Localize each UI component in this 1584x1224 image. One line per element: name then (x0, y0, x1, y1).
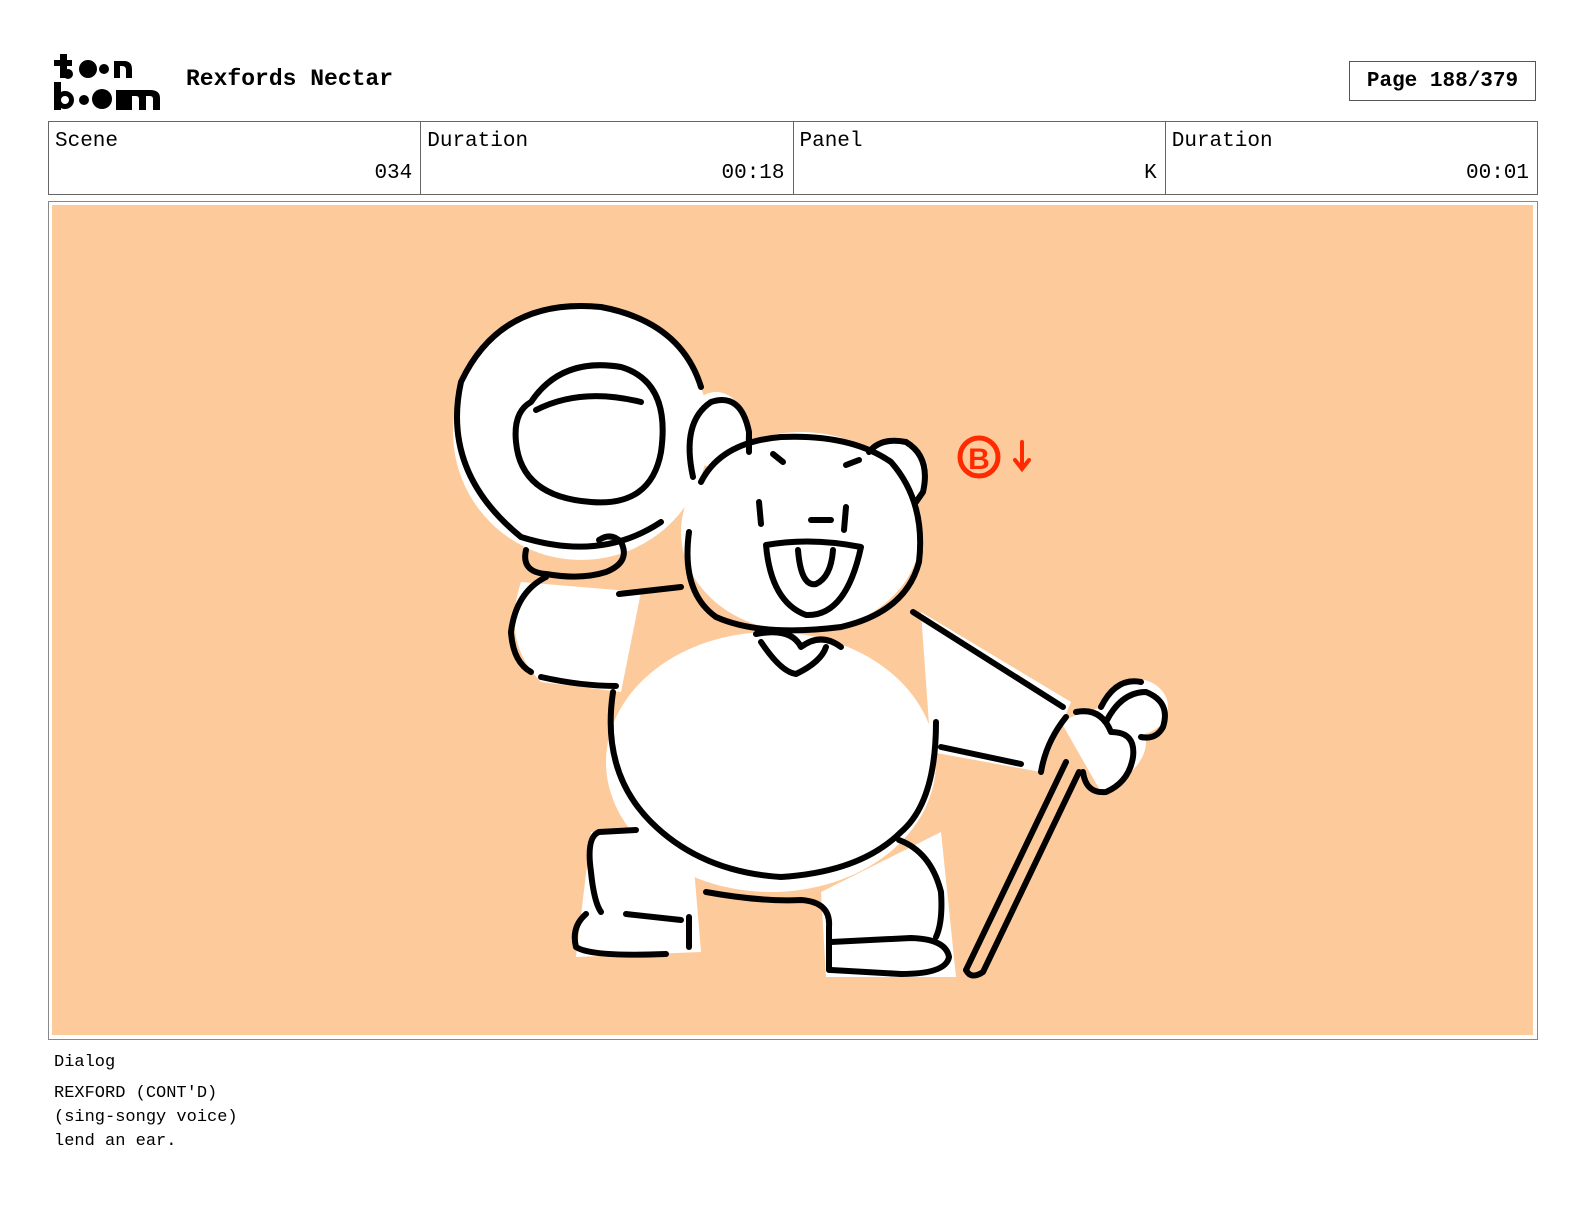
dialog-line-direction: (sing-songy voice) (54, 1108, 238, 1127)
panel-value: K (1144, 162, 1157, 185)
dialog-text: REXFORD (CONT'D) (sing-songy voice) lend… (54, 1082, 238, 1154)
scene-value: 034 (374, 162, 413, 185)
panel-duration-cell: Duration 00:01 (1166, 122, 1537, 194)
scene-duration-cell: Duration 00:18 (421, 122, 794, 194)
storyboard-panel: B (48, 201, 1538, 1040)
scene-info-table: Scene 034 Duration 00:18 Panel K Duratio… (48, 121, 1538, 195)
annotation-marker: B (957, 435, 1031, 479)
panel-cell: Panel K (794, 122, 1166, 194)
scene-duration-label: Duration (427, 130, 529, 153)
toon-boom-logo (52, 52, 164, 112)
dialog-line-character: REXFORD (CONT'D) (54, 1084, 218, 1103)
bear-drawing: B (453, 303, 1168, 979)
scene-duration-value: 00:18 (721, 162, 785, 185)
annotation-symbol: B (968, 443, 990, 476)
dialog-label: Dialog (54, 1053, 116, 1072)
scene-cell: Scene 034 (49, 122, 422, 194)
panel-duration-value: 00:01 (1465, 162, 1529, 185)
project-title: Rexfords Nectar (186, 66, 394, 92)
panel-label: Panel (799, 130, 863, 153)
panel-drawing: B (52, 205, 1533, 1035)
dialog-line-speech: lend an ear. (54, 1132, 177, 1151)
page-indicator-text: Page 188/379 (1366, 69, 1519, 93)
panel-duration-label: Duration (1171, 130, 1273, 153)
page-indicator: Page 188/379 (1349, 61, 1536, 101)
scene-label: Scene (55, 130, 119, 153)
